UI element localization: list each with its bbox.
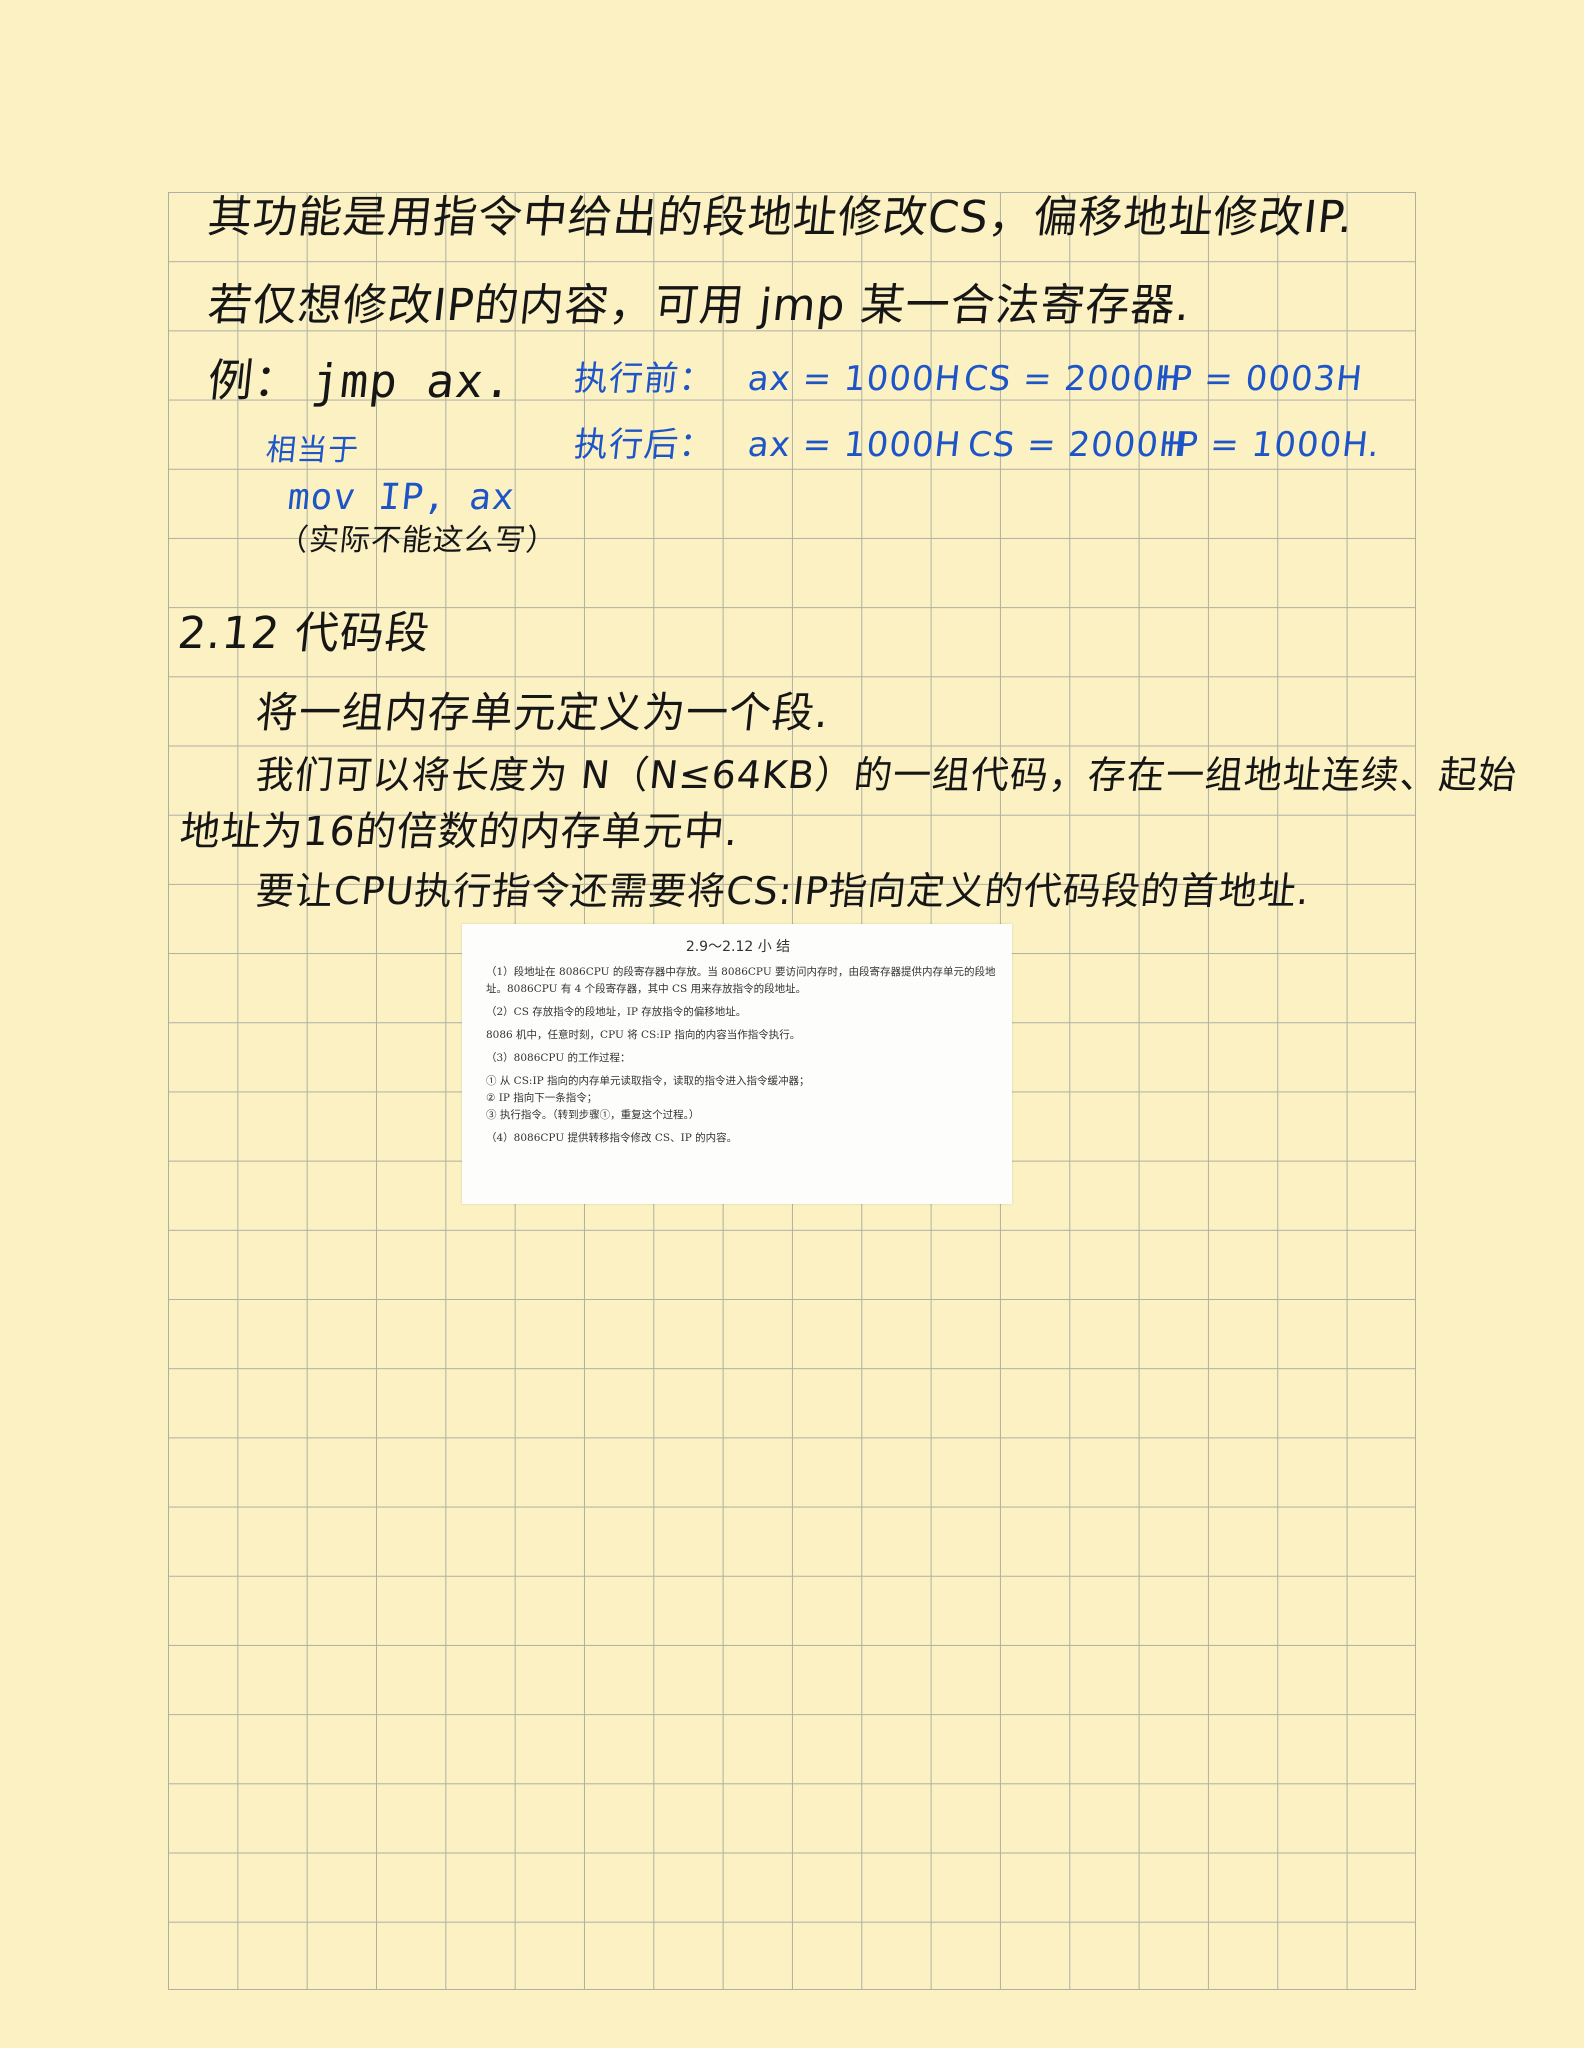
after-ip: IP = 1000H. [1163, 425, 1383, 465]
before-cs: CS = 2000H [961, 359, 1184, 399]
para-2a: 我们可以将长度为 N（N≤64KB）的一组代码，存在一组地址连续、起始 [253, 753, 1520, 797]
summary-step-2: ② IP 指向下一条指令； [486, 1092, 598, 1104]
note-line-1: 其功能是用指令中给出的段地址修改CS，偏移地址修改IP. [205, 192, 1357, 243]
after-ax: ax = 1000H [745, 425, 964, 465]
para-2b: 地址为16的倍数的内存单元中. [177, 809, 742, 855]
example-code: jmp ax. [309, 354, 516, 408]
summary-p2: （2）CS 存放指令的段地址，IP 存放指令的偏移地址。 [486, 1006, 747, 1018]
example-label: 例： [205, 354, 303, 407]
summary-p4: （3）8086CPU 的工作过程： [486, 1052, 631, 1064]
before-label: 执行前： [571, 359, 717, 399]
analogy-note: （实际不能这么写） [276, 523, 559, 558]
before-ax: ax = 1000H [745, 359, 964, 399]
analogy-code: mov IP, ax [285, 477, 517, 518]
after-cs: CS = 2000H [965, 425, 1188, 465]
summary-title: 2.9～2.12 小 结 [685, 939, 791, 955]
note-line-2: 若仅想修改IP的内容，可用 jmp 某一合法寄存器. [205, 280, 1194, 331]
after-label: 执行后： [571, 425, 717, 465]
analogy-label: 相当于 [264, 433, 361, 468]
summary-step-3: ③ 执行指令。（转到步骤①，重复这个过程。） [486, 1109, 700, 1121]
summary-p5: （4）8086CPU 提供转移指令修改 CS、IP 的内容。 [486, 1132, 738, 1144]
para-3: 要让CPU执行指令还需要将CS:IP指向定义的代码段的首地址. [253, 869, 1313, 913]
para-1: 将一组内存单元定义为一个段. [253, 688, 832, 737]
section-title: 2.12 代码段 [175, 608, 433, 659]
summary-p1: （1）段地址在 8086CPU 的段寄存器中存放。当 8086CPU 要访问内存… [486, 966, 996, 995]
summary-step-1: ① 从 CS:IP 指向的内存单元读取指令，读取的指令进入指令缓冲器； [486, 1075, 810, 1087]
before-ip: IP = 0003H [1157, 359, 1365, 399]
textbook-summary-clip: 2.9～2.12 小 结 （1）段地址在 8086CPU 的段寄存器中存放。当 … [462, 924, 1012, 1204]
summary-p3: 8086 机中，任意时刻，CPU 将 CS:IP 指向的内容当作指令执行。 [486, 1029, 801, 1041]
